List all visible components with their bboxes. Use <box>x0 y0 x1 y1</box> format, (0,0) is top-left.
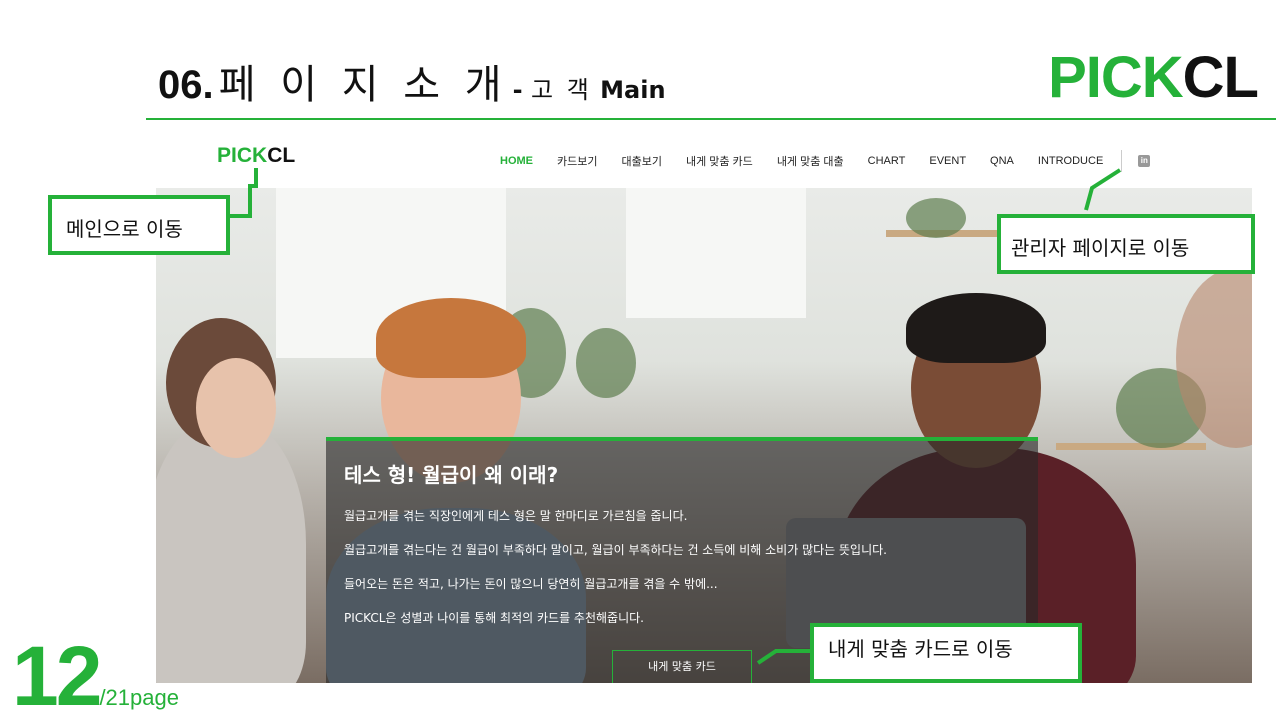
connector-card <box>756 649 810 665</box>
connector-main <box>230 168 258 218</box>
page-total: /21page <box>99 685 179 710</box>
callout-connectors <box>230 168 1122 665</box>
page-number: 12/21page <box>12 634 179 718</box>
page-current: 12 <box>12 629 102 719</box>
callout-main: 메인으로 이동 <box>48 195 230 255</box>
callout-card: 내게 맞춤 카드로 이동 <box>810 623 1082 683</box>
connector-admin <box>1084 168 1122 211</box>
callout-admin: 관리자 페이지로 이동 <box>997 214 1255 274</box>
